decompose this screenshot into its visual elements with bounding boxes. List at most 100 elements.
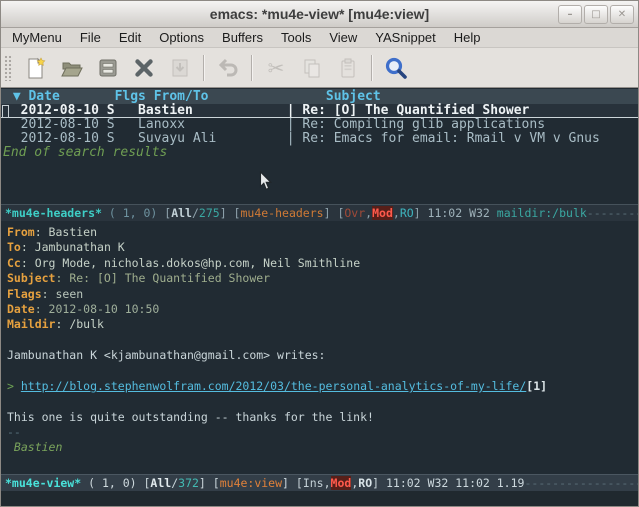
- save-as-icon: [168, 56, 192, 80]
- cursor-position: ( 1, 0): [102, 206, 164, 220]
- readonly-flag: RO: [400, 206, 414, 220]
- bracket: [: [213, 476, 220, 490]
- search-button[interactable]: [378, 52, 414, 84]
- new-file-icon: [24, 56, 48, 80]
- signature-separator: --: [7, 425, 638, 440]
- field-label: From: [7, 225, 35, 239]
- link-reference: [1]: [526, 379, 547, 393]
- save-as-button[interactable]: [162, 52, 198, 84]
- maximize-icon: □: [591, 9, 600, 20]
- close-buffer-button[interactable]: [126, 52, 162, 84]
- paste-button[interactable]: [330, 52, 366, 84]
- save-icon: [96, 56, 120, 80]
- header-row[interactable]: 2012-08-10 S Lanoxx | Re: Compiling glib…: [1, 118, 638, 132]
- blank-line: [7, 394, 638, 409]
- field-value: : Re: [O] The Quantified Shower: [55, 271, 270, 285]
- message-count: 372: [178, 476, 199, 490]
- scope-indicator: All: [171, 206, 192, 220]
- buffer-name: *mu4e-headers*: [5, 206, 102, 220]
- field-from: From: Bastien: [7, 225, 638, 240]
- modeline-fill: --------------------: [587, 206, 638, 220]
- menu-item-view[interactable]: View: [320, 29, 366, 46]
- menu-item-mymenu[interactable]: MyMenu: [3, 29, 71, 46]
- menu-item-options[interactable]: Options: [150, 29, 213, 46]
- modeline-fill: -------------------------: [524, 476, 638, 490]
- field-flags: Flags: seen: [7, 287, 638, 302]
- delete-x-icon: [132, 56, 156, 80]
- field-label: To: [7, 240, 21, 254]
- search-magnifier-icon: [383, 55, 409, 81]
- hollow-cursor: [2, 105, 9, 118]
- field-value: : Org Mode, nicholas.dokos@hp.com, Neil …: [21, 256, 360, 270]
- bracket: ]: [282, 476, 296, 490]
- cut-scissors-icon: ✂: [268, 56, 285, 80]
- open-file-button[interactable]: [54, 52, 90, 84]
- copy-button[interactable]: [294, 52, 330, 84]
- header-row[interactable]: 2012-08-10 S Suvayu Ali | Re: Emacs for …: [1, 132, 638, 146]
- modeline-headers[interactable]: *mu4e-headers* ( 1, 0) [All/275] [mu4e-h…: [1, 204, 638, 221]
- title-bar[interactable]: emacs: *mu4e-view* [mu4e:view] – □ ✕: [1, 1, 638, 28]
- signature: Bastien: [7, 440, 638, 455]
- minimize-icon: –: [568, 9, 573, 20]
- end-of-search-results: End of search results: [1, 146, 638, 160]
- tool-bar: ✂: [1, 48, 638, 88]
- maximize-button[interactable]: □: [584, 5, 608, 24]
- field-label: Subject: [7, 271, 55, 285]
- overwrite-flag: Ovr: [344, 206, 365, 220]
- close-icon: ✕: [618, 9, 626, 20]
- field-maildir: Maildir: /bulk: [7, 317, 638, 332]
- scope-indicator: All: [150, 476, 171, 490]
- clock-indicator: 11:02 W32 11:02 1.19: [386, 476, 524, 490]
- modeline-view[interactable]: *mu4e-view* ( 1, 0) [All/372] [mu4e:view…: [1, 474, 638, 491]
- bracket: ]: [199, 476, 213, 490]
- menu-item-buffers[interactable]: Buffers: [213, 29, 272, 46]
- blank-line: [7, 333, 638, 348]
- emacs-frame-content: ▼ Date Flgs From/To Subject 2012-08-10 S…: [1, 88, 638, 506]
- readonly-flag: RO: [358, 476, 372, 490]
- save-button[interactable]: [90, 52, 126, 84]
- undo-button[interactable]: [210, 52, 246, 84]
- new-file-button[interactable]: [18, 52, 54, 84]
- field-subject: Subject: Re: [O] The Quantified Shower: [7, 271, 638, 286]
- buffer-name: *mu4e-view*: [5, 476, 81, 490]
- toolbar-separator: [371, 55, 373, 81]
- window-controls: – □ ✕: [558, 5, 634, 24]
- bracket: ]: [220, 206, 234, 220]
- window-title: emacs: *mu4e-view* [mu4e:view]: [210, 6, 429, 22]
- menu-item-help[interactable]: Help: [445, 29, 490, 46]
- quote-prefix: >: [7, 379, 21, 393]
- toolbar-separator: [203, 55, 205, 81]
- field-value: : 2012-08-10 10:50: [35, 302, 160, 316]
- bracket: ]: [372, 476, 386, 490]
- emacs-window: emacs: *mu4e-view* [mu4e:view] – □ ✕ MyM…: [0, 0, 639, 507]
- field-date: Date: 2012-08-10 10:50: [7, 302, 638, 317]
- mu4e-view-window: From: Bastien To: Jambunathan K Cc: Org …: [1, 221, 638, 474]
- body-link[interactable]: http://blog.stephenwolfram.com/2012/03/t…: [21, 379, 526, 393]
- field-label: Maildir: [7, 317, 55, 331]
- copy-icon: [300, 56, 324, 80]
- clock-indicator: 11:02 W32: [428, 206, 497, 220]
- menu-item-tools[interactable]: Tools: [272, 29, 320, 46]
- major-mode: mu4e:view: [220, 476, 282, 490]
- field-value: : Bastien: [35, 225, 97, 239]
- major-mode: mu4e-headers: [240, 206, 323, 220]
- menu-item-yasnippet[interactable]: YASnippet: [366, 29, 444, 46]
- comma: ,: [324, 476, 331, 490]
- minimize-button[interactable]: –: [558, 5, 582, 24]
- minibuffer-echo-area[interactable]: [1, 491, 638, 507]
- toolbar-separator: [251, 55, 253, 81]
- headers-column-header[interactable]: ▼ Date Flgs From/To Subject: [1, 89, 638, 104]
- toolbar-drag-handle[interactable]: [4, 55, 13, 81]
- slash: /: [192, 206, 199, 220]
- blank-line: [7, 364, 638, 379]
- menu-item-edit[interactable]: Edit: [110, 29, 150, 46]
- header-row-selected[interactable]: 2012-08-10 S Bastien | Re: [O] The Quant…: [1, 104, 638, 118]
- field-label: Flags: [7, 287, 42, 301]
- field-value: : seen: [42, 287, 84, 301]
- close-button[interactable]: ✕: [610, 5, 634, 24]
- bracket: ]: [324, 206, 338, 220]
- menu-item-file[interactable]: File: [71, 29, 110, 46]
- open-folder-icon: [60, 56, 84, 80]
- field-label: Cc: [7, 256, 21, 270]
- cut-button[interactable]: ✂: [258, 52, 294, 84]
